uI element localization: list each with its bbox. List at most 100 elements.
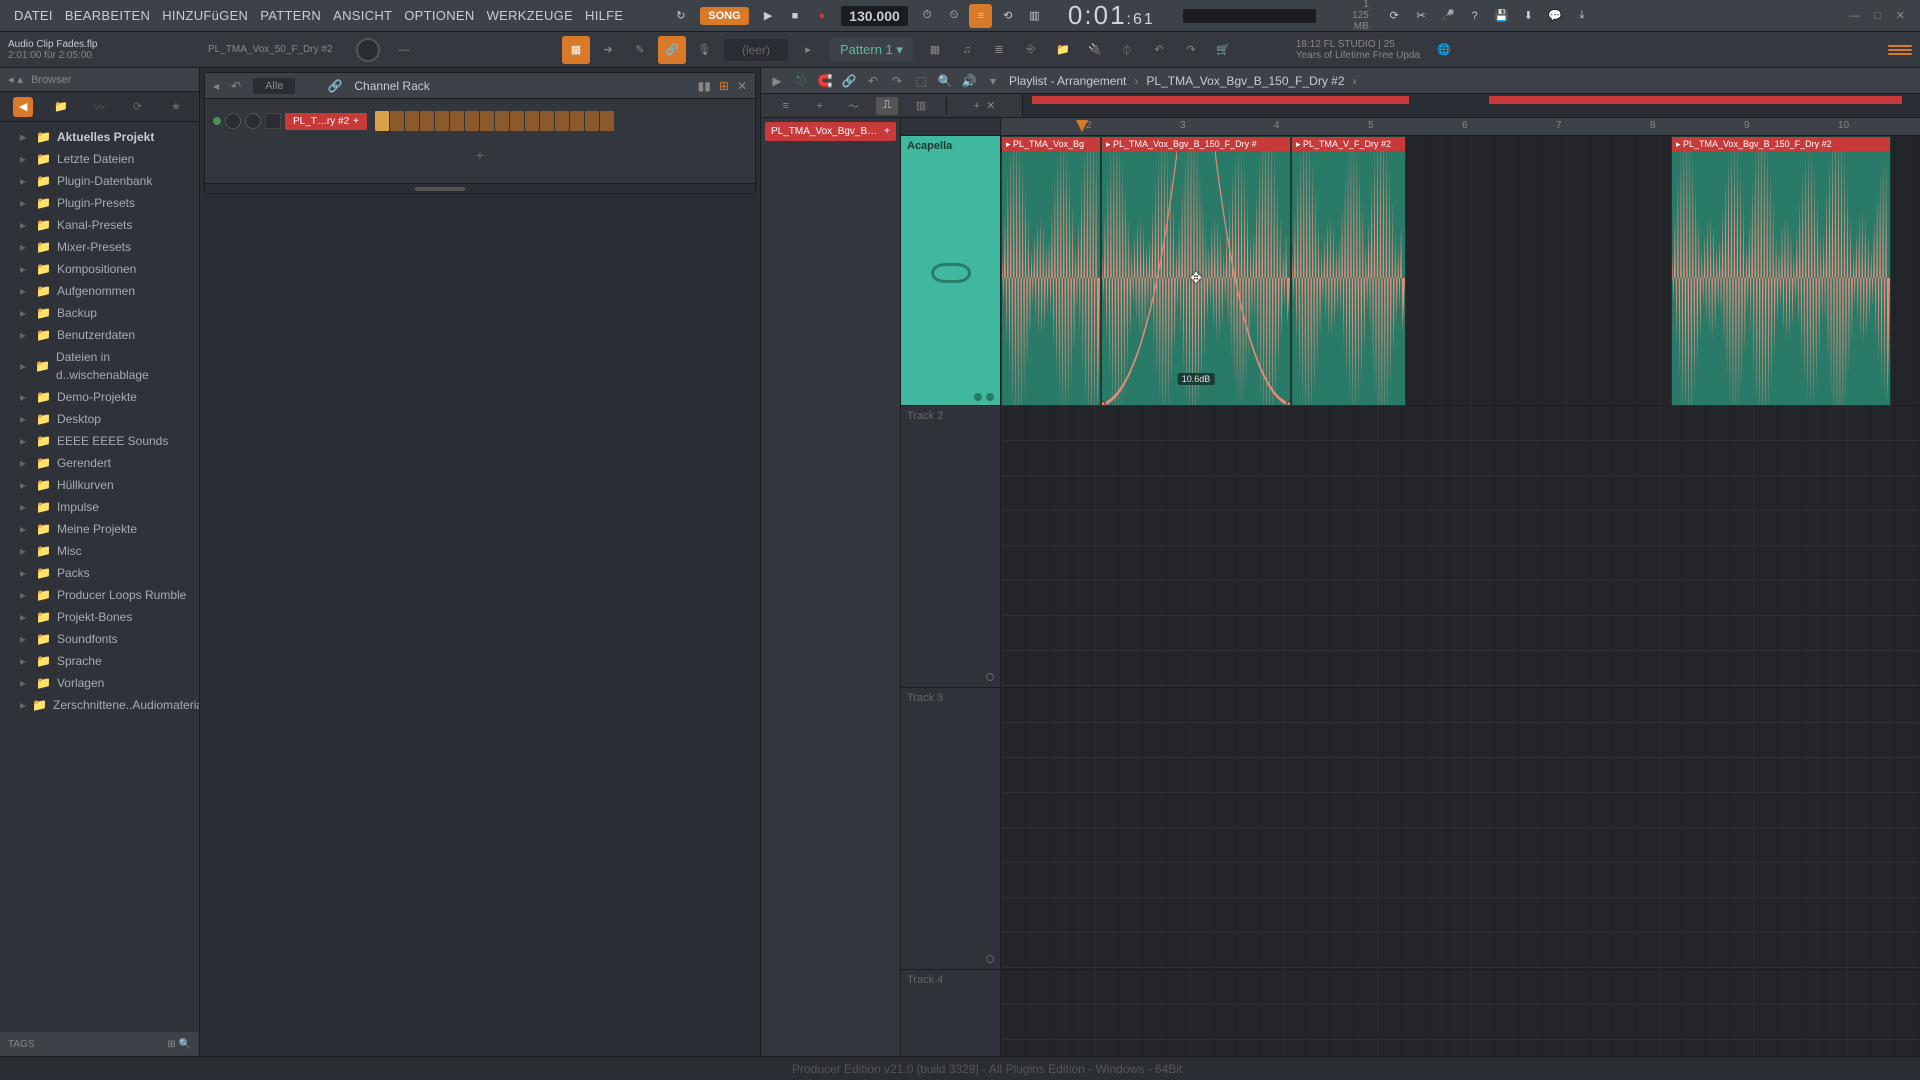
plt-auto-icon[interactable]: 〜 [842, 97, 864, 115]
tree-item[interactable]: ▸📁Desktop [0, 408, 199, 430]
mic-icon[interactable]: 🎤 [1436, 4, 1459, 28]
picker-item[interactable]: PL_TMA_Vox_Bgv_B…+ [765, 122, 896, 141]
step-mode-icon[interactable]: ≡ [969, 4, 992, 28]
track-lane-3[interactable] [1001, 688, 1920, 970]
browser-folder-icon[interactable]: 📁 [51, 97, 71, 117]
track-lane-2[interactable] [1001, 406, 1920, 688]
tools-icon[interactable]: ✂ [1410, 4, 1433, 28]
pl-play-icon[interactable]: ▶ [769, 73, 785, 89]
cr-filter-dropdown[interactable]: Alle [253, 78, 295, 94]
play-small-icon[interactable]: ▸ [794, 36, 822, 64]
menu-bearbeiten[interactable]: BEARBEITEN [59, 8, 156, 23]
step-cell[interactable] [480, 111, 494, 131]
tool-wand-icon[interactable]: ✎ [626, 36, 654, 64]
btn-undo-icon[interactable]: ↶ [1145, 36, 1173, 64]
step-cell[interactable] [585, 111, 599, 131]
menu-optionen[interactable]: OPTIONEN [398, 8, 480, 23]
menu-datei[interactable]: DATEI [8, 8, 59, 23]
tree-item[interactable]: ▸📁Meine Projekte [0, 518, 199, 540]
btn-redo-icon[interactable]: ↷ [1177, 36, 1205, 64]
track-mute-dot[interactable] [986, 955, 994, 963]
clip-title-bar[interactable]: ▸ PL_TMA_V_F_Dry #2 [1292, 137, 1405, 151]
tool-link-icon[interactable]: 🔗 [658, 36, 686, 64]
browser-collapse-icon[interactable]: ◀ [13, 97, 33, 117]
browser-star-icon[interactable]: ★ [166, 97, 186, 117]
refresh-icon[interactable]: ↻ [669, 4, 692, 28]
playlist-overview[interactable] [1023, 94, 1920, 117]
btn-mixer-icon[interactable]: ⎆ [1017, 36, 1045, 64]
plt-view-icon[interactable]: ≡ [775, 97, 797, 115]
tree-item[interactable]: ▸📁Demo-Projekte [0, 386, 199, 408]
help-icon[interactable]: ? [1463, 4, 1486, 28]
play-button[interactable]: ▶ [757, 4, 780, 28]
tree-item[interactable]: ▸📁Gerendert [0, 452, 199, 474]
tree-item[interactable]: ▸📁Aufgenommen [0, 280, 199, 302]
cr-options-icon[interactable]: ⊞ [719, 79, 729, 93]
bars-icon[interactable]: ▥ [1023, 4, 1046, 28]
metronome-icon[interactable]: ⏱ [916, 4, 939, 28]
export-icon[interactable]: ⬇ [1517, 4, 1540, 28]
tree-item[interactable]: ▸📁Plugin-Datenbank [0, 170, 199, 192]
track-solo-dot[interactable] [986, 393, 994, 401]
track-mute-dot[interactable] [974, 393, 982, 401]
browser-layout-icon[interactable]: ⊞ [167, 1039, 175, 1050]
download-icon[interactable]: ⤓ [1571, 4, 1594, 28]
browser-tree[interactable]: ▸📁Aktuelles Projekt▸📁Letzte Dateien▸📁Plu… [0, 122, 199, 1032]
playlist-ruler[interactable]: 2345678910 [1001, 118, 1920, 136]
channel-route-slot[interactable] [265, 113, 281, 129]
tool-playlist-icon[interactable]: ▦ [562, 36, 590, 64]
track-header-2[interactable]: Track 2 [901, 406, 1000, 688]
window-close[interactable]: ✕ [1891, 6, 1910, 26]
main-volume-knob[interactable] [356, 38, 380, 62]
tree-item[interactable]: ▸📁Producer Loops Rumble [0, 584, 199, 606]
step-cell[interactable] [570, 111, 584, 131]
browser-wave-icon[interactable]: 〰 [89, 97, 109, 117]
btn-tempo-icon[interactable]: ⏀ [1113, 36, 1141, 64]
tree-item[interactable]: ▸📁Sprache [0, 650, 199, 672]
step-cell[interactable] [450, 111, 464, 131]
time-display[interactable]: 0:01:61 [1068, 0, 1155, 31]
song-mode-button[interactable]: SONG [700, 7, 748, 25]
record-button[interactable]: ● [810, 4, 833, 28]
step-cell[interactable] [420, 111, 434, 131]
tree-item[interactable]: ▸📁Letzte Dateien [0, 148, 199, 170]
tool-arrow-icon[interactable]: ➜ [594, 36, 622, 64]
btn-pr-icon[interactable]: ♫ [953, 36, 981, 64]
step-cell[interactable] [375, 111, 389, 131]
btn-cr-icon[interactable]: ≣ [985, 36, 1013, 64]
window-minimize[interactable]: — [1845, 6, 1864, 26]
tree-item[interactable]: ▸📁Plugin-Presets [0, 192, 199, 214]
pl-zoom-icon[interactable]: 🔍 [937, 73, 953, 89]
pl-magnet-icon[interactable]: 🧲 [817, 73, 833, 89]
stop-button[interactable]: ■ [784, 4, 807, 28]
pl-sync-icon[interactable]: ⎋ [793, 73, 809, 89]
tree-item[interactable]: ▸📁Benutzerdaten [0, 324, 199, 346]
tree-item[interactable]: ▸📁Misc [0, 540, 199, 562]
audio-clip[interactable]: ▸ PL_TMA_Vox_Bgv_B_150_F_Dry #10.6dB✥ [1101, 136, 1291, 406]
audio-clip[interactable]: ▸ PL_TMA_Vox_Bgv_B_150_F_Dry #2 [1671, 136, 1891, 406]
pl-select-icon[interactable]: ⬚ [913, 73, 929, 89]
clip-title-bar[interactable]: ▸ PL_TMA_Vox_Bg [1002, 137, 1100, 151]
track-header-4[interactable]: Track 4 [901, 970, 1000, 1056]
cr-undo-icon[interactable]: ↶ [231, 79, 241, 93]
tree-item[interactable]: ▸📁Projekt-Bones [0, 606, 199, 628]
menu-werkzeuge[interactable]: WERKZEUGE [481, 8, 579, 23]
plt-wave-icon[interactable]: ⎍ [876, 97, 898, 115]
step-cell[interactable] [390, 111, 404, 131]
tempo-display[interactable]: 130.000 [841, 6, 908, 26]
tree-item[interactable]: ▸📁Kanal-Presets [0, 214, 199, 236]
tree-item[interactable]: ▸📁Zerschnittene..Audiomaterial [0, 694, 199, 716]
channel-name-button[interactable]: PL_T…ry #2+ [285, 113, 367, 130]
tree-item[interactable]: ▸📁Packs [0, 562, 199, 584]
cr-close-icon[interactable]: ✕ [737, 79, 747, 93]
btn-shop-icon[interactable]: 🛒 [1209, 36, 1237, 64]
tree-item[interactable]: ▸📁Hüllkurven [0, 474, 199, 496]
step-sequencer[interactable] [375, 111, 614, 131]
audio-clip[interactable]: ▸ PL_TMA_Vox_Bg [1001, 136, 1101, 406]
cr-swing-icon[interactable]: ▮▮ [698, 79, 711, 93]
audio-clip[interactable]: ▸ PL_TMA_V_F_Dry #2 [1291, 136, 1406, 406]
track-lane-1[interactable]: ▸ PL_TMA_Vox_Bg▸ PL_TMA_Vox_Bgv_B_150_F_… [1001, 136, 1920, 406]
pl-redo-icon[interactable]: ↷ [889, 73, 905, 89]
channel-mute-dot[interactable] [213, 117, 221, 125]
tree-item[interactable]: ▸📁EEEE EEEE Sounds [0, 430, 199, 452]
